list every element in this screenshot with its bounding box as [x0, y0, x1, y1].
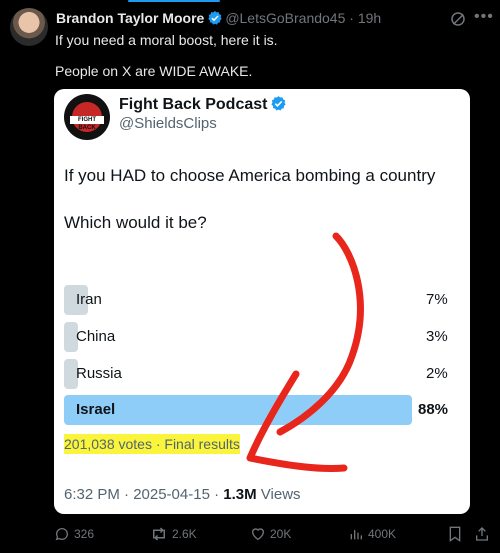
like-icon: [251, 528, 265, 541]
verified-icon: [207, 10, 223, 29]
poll-question: If you HAD to choose America bombing a c…: [64, 164, 444, 234]
views-label: Views: [256, 486, 301, 503]
quoted-author-handle[interactable]: @ShieldsClips: [119, 115, 217, 132]
poll-option: Israel 88%: [64, 395, 458, 425]
quoted-tweet-card[interactable]: FIGHT BACK Fight Back Podcast @ShieldsCl…: [54, 89, 470, 514]
like-count: 20K: [270, 527, 292, 541]
views-count-action: 400K: [368, 527, 397, 541]
verified-icon: [270, 95, 287, 117]
poll-option-percent: 3%: [426, 328, 448, 345]
more-icon[interactable]: •••: [474, 8, 494, 26]
bookmark-button[interactable]: [448, 526, 462, 542]
quoted-author-name[interactable]: Fight Back Podcast: [119, 95, 289, 117]
poll-bar: [64, 395, 412, 425]
poll-option-percent: 2%: [426, 365, 448, 382]
poll-option: China 3%: [64, 322, 458, 352]
share-icon: [476, 527, 488, 541]
active-indicator: [128, 0, 220, 2]
poll-option-label: China: [76, 328, 116, 345]
poll-votes-text: 201,038 votes · Final results: [64, 434, 240, 454]
tweet-text-line: People on X are WIDE AWAKE.: [55, 63, 253, 79]
author-handle[interactable]: @LetsGoBrando45: [225, 10, 345, 26]
reply-button[interactable]: 326: [54, 526, 94, 542]
poll-option-percent: 7%: [426, 291, 448, 308]
tweet-time[interactable]: 19h: [358, 10, 381, 26]
like-button[interactable]: 20K: [250, 526, 291, 542]
grok-icon[interactable]: [449, 10, 467, 33]
tweet-text-line: If you need a moral boost, here it is.: [55, 32, 278, 48]
tweet-text: If you need a moral boost, here it is. P…: [55, 31, 278, 81]
poll-option-label: Iran: [76, 291, 102, 308]
meta-time[interactable]: 6:32 PM · 2025-04-15 ·: [64, 486, 223, 503]
podcast-logo-text: FIGHT BACK: [70, 116, 104, 131]
views-count: 1.3M: [223, 486, 257, 503]
poll-question-line: Which would it be?: [64, 213, 207, 232]
author-avatar[interactable]: [10, 8, 48, 46]
tweet-meta: 6:32 PM · 2025-04-15 · 1.3M Views: [64, 486, 301, 503]
poll-option: Russia 2%: [64, 359, 458, 389]
poll-option-percent: 88%: [418, 401, 449, 418]
repost-count: 2.6K: [172, 527, 197, 541]
views-icon: [350, 530, 362, 540]
reply-icon: [55, 528, 68, 541]
poll-votes: 201,038 votes · Final results: [64, 434, 240, 454]
quoted-author-name-text: Fight Back Podcast: [119, 96, 268, 113]
views-button[interactable]: 400K: [348, 526, 396, 542]
separator-dot: ·: [349, 10, 354, 26]
poll-option: Iran 7%: [64, 285, 458, 315]
action-bar: 326 2.6K 20K 400K: [0, 526, 500, 546]
share-button[interactable]: [474, 526, 490, 542]
tweet-header: Brandon Taylor Moore @LetsGoBrando45 · 19…: [56, 10, 381, 29]
poll-question-line: If you HAD to choose America bombing a c…: [64, 166, 436, 185]
poll-option-label: Israel: [76, 401, 116, 418]
repost-button[interactable]: 2.6K: [150, 526, 197, 542]
author-name[interactable]: Brandon Taylor Moore: [56, 10, 204, 26]
bookmark-icon: [449, 526, 461, 542]
poll-option-label: Russia: [76, 365, 122, 382]
repost-icon: [153, 527, 165, 541]
reply-count: 326: [74, 527, 95, 541]
podcast-avatar[interactable]: FIGHT BACK: [64, 94, 110, 140]
